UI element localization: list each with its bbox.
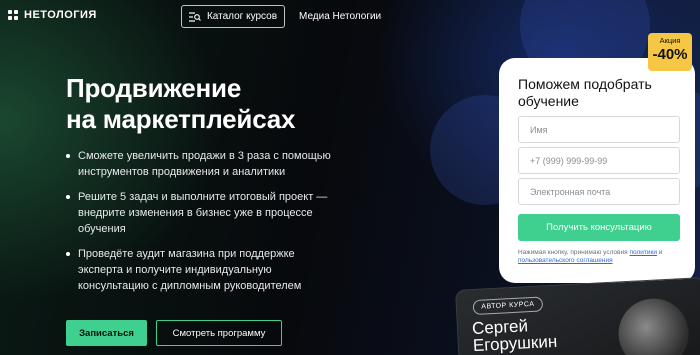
catalog-label: Каталог курсов (206, 11, 278, 22)
promo-label: Акция (659, 36, 681, 45)
name-field[interactable]: Имя (518, 116, 680, 143)
promo-badge: Акция -40% (648, 33, 692, 71)
logo-text: НЕТОЛОГИЯ (24, 9, 97, 21)
promo-value: -40% (652, 46, 688, 63)
title-line-1: Продвижение (66, 73, 242, 103)
policy-link[interactable]: политики (629, 249, 657, 256)
author-photo (616, 296, 691, 355)
benefit-item: Решите 5 задач и выполните итоговый прое… (66, 189, 336, 237)
title-line-2: на маркетплейсах (66, 104, 296, 134)
benefit-item: Проведёте аудит магазина при поддержке э… (66, 246, 336, 294)
consent-text: Нажимая кнопку, принимаю условия политик… (518, 249, 663, 264)
consultation-form: Поможем подобрать обучение Имя +7 (999) … (499, 58, 695, 283)
author-name: Сергей Егорушкин (471, 316, 558, 355)
user-agreement-link[interactable]: пользовательского соглашения (518, 257, 613, 264)
catalog-button[interactable]: Каталог курсов (181, 5, 285, 28)
email-field[interactable]: Электронная почта (518, 178, 680, 205)
page-title: Продвижение на маркетплейсах (66, 73, 296, 135)
form-title: Поможем подобрать обучение (518, 76, 652, 109)
benefits-list: Сможете увеличить продажи в 3 раза с пом… (66, 148, 336, 303)
author-card: АВТОР КУРСА Сергей Егорушкин (455, 276, 700, 355)
get-consultation-button[interactable]: Получить консультацию (518, 214, 680, 241)
logo[interactable]: НЕТОЛОГИЯ (8, 9, 97, 21)
logo-icon (8, 9, 19, 21)
enroll-button[interactable]: Записаться (66, 320, 147, 346)
phone-field[interactable]: +7 (999) 999-99-99 (518, 147, 680, 174)
view-program-button[interactable]: Смотреть программу (156, 320, 282, 346)
author-tag: АВТОР КУРСА (472, 296, 544, 316)
catalog-icon (188, 11, 201, 22)
media-link[interactable]: Медиа Нетологии (299, 11, 381, 22)
benefit-item: Сможете увеличить продажи в 3 раза с пом… (66, 148, 336, 180)
